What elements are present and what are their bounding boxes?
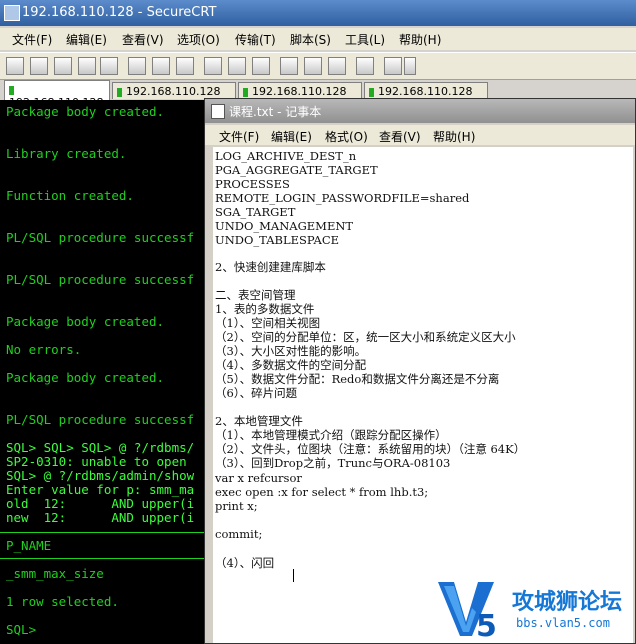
sftp-icon[interactable] [328,57,346,75]
find-icon[interactable] [176,57,194,75]
terminal-line: PL/SQL procedure successf [6,230,195,245]
text-line: 2、快速创建建库脚本 [215,260,326,274]
text-line: print x; [215,499,258,513]
terminal-line: _smm_max_size [6,566,104,581]
tab-session-2[interactable]: 192.168.110.128 (2) [238,82,362,111]
session-status-icon [9,85,14,95]
terminal-line: SQL> SQL> SQL> @ ?/rdbms/ [6,440,195,455]
tab-session-3[interactable]: 192.168.110.128 (3) [364,82,488,111]
menu-options[interactable]: 选项(O) [177,31,220,48]
menu-edit[interactable]: 编辑(E) [66,31,107,48]
notepad-window: 课程.txt - 记事本 文件(F) 编辑(E) 格式(O) 查看(V) 帮助(… [204,98,636,644]
column-separator [0,558,210,559]
connect-tab-icon[interactable] [54,57,72,75]
securecrt-title: 192.168.110.128 - SecureCRT [22,5,217,20]
np-menu-help[interactable]: 帮助(H) [433,128,475,145]
text-line: PGA_AGGREGATE_TARGET [215,163,378,177]
text-line: SGA_TARGET [215,205,296,219]
securecrt-menubar: 文件(F) 编辑(E) 查看(V) 选项(O) 传输(T) 脚本(S) 工具(L… [0,28,636,50]
terminal-line: Function created. [6,188,134,203]
quick-connect-icon[interactable] [30,57,48,75]
keymap-icon[interactable] [304,57,322,75]
column-separator [0,532,210,533]
connect-icon[interactable] [6,57,24,75]
text-line: UNDO_MANAGEMENT [215,219,354,233]
securecrt-toolbar [0,52,636,80]
toolbar-dropdown-icon[interactable] [404,57,416,75]
terminal-line: Package body created. [6,314,165,329]
printer-setup-icon[interactable] [252,57,270,75]
print-selection-icon[interactable] [228,57,246,75]
reconnect-icon[interactable] [78,57,96,75]
print-icon[interactable] [204,57,222,75]
securecrt-title-bar: 192.168.110.128 - SecureCRT [0,0,636,26]
notepad-title-bar: 课程.txt - 记事本 [205,99,635,123]
customize-icon[interactable] [384,57,402,75]
session-status-icon [369,87,374,97]
notepad-menubar: 文件(F) 编辑(E) 格式(O) 查看(V) 帮助(H) [205,125,635,145]
terminal-line: PL/SQL procedure successf [6,412,195,427]
terminal-prompt: SQL> [6,622,37,637]
terminal-line: P_NAME [6,538,52,553]
forum-watermark: 5 攻城狮论坛 bbs.vlan5.com [436,578,636,640]
np-menu-edit[interactable]: 编辑(E) [271,128,312,145]
terminal-line: No errors. [6,342,82,357]
text-line: var x refcursor [215,471,302,485]
menu-transfer[interactable]: 传输(T) [235,31,276,48]
paste-icon[interactable] [152,57,170,75]
terminal-output[interactable]: Package body created. Library created. F… [0,100,210,644]
np-menu-format[interactable]: 格式(O) [325,128,368,145]
menu-view[interactable]: 查看(V) [122,31,164,48]
tab-session-0[interactable]: 192.168.110.128 [4,80,110,109]
terminal-line: 1 row selected. [6,594,119,609]
text-line: （4）、闪回 [215,556,275,570]
text-line: （6）、碎片问题 [215,386,298,400]
text-line: PROCESSES [215,177,290,191]
terminal-line: old 12: AND upper(i [6,496,195,511]
menu-help[interactable]: 帮助(H) [399,31,441,48]
np-menu-view[interactable]: 查看(V) [379,128,421,145]
terminal-line: Library created. [6,146,127,161]
tab-session-1[interactable]: 192.168.110.128 (1) [112,82,236,111]
svg-text:5: 5 [476,609,497,640]
menu-tools[interactable]: 工具(L) [345,31,385,48]
terminal-line: SQL> @ ?/rdbms/admin/show [6,468,195,483]
terminal-line: Enter value for p: smm_ma [6,482,195,497]
menu-script[interactable]: 脚本(S) [290,31,331,48]
np-menu-file[interactable]: 文件(F) [219,128,259,145]
text-line: exec open :x for select * from lhb.t3; [215,485,429,499]
v5-logo-icon: 5 [438,582,497,640]
copy-icon[interactable] [128,57,146,75]
terminal-line: PL/SQL procedure successf [6,272,195,287]
text-line: commit; [215,527,263,541]
watermark-url: bbs.vlan5.com [516,616,610,630]
menu-file[interactable]: 文件(F) [12,31,52,48]
terminal-line: new 12: AND upper(i [6,510,195,525]
help-icon[interactable] [356,57,374,75]
terminal-line: SP2-0310: unable to open [6,454,187,469]
terminal-line: Package body created. [6,104,165,119]
watermark-brand: 攻城狮论坛 [512,590,623,615]
notepad-icon [211,104,225,119]
terminal-line: Package body created. [6,370,165,385]
disconnect-icon[interactable] [100,57,118,75]
session-options-icon[interactable] [280,57,298,75]
text-line: REMOTE_LOGIN_PASSWORDFILE=shared [215,191,470,205]
notepad-text-area[interactable]: LOG_ARCHIVE_DEST_n PGA_AGGREGATE_TARGET … [213,147,633,643]
session-tabs: 192.168.110.128 192.168.110.128 (1) 192.… [0,80,636,111]
session-status-icon [117,87,122,97]
session-status-icon [243,87,248,97]
notepad-title: 课程.txt - 记事本 [229,105,322,119]
text-line: UNDO_TABLESPACE [215,233,340,247]
text-line: （3）、回到Drop之前，Trunc与ORA-08103 [215,456,451,470]
text-line: LOG_ARCHIVE_DEST_n [215,149,357,163]
text-caret [293,569,294,582]
securecrt-app-icon [4,5,20,21]
